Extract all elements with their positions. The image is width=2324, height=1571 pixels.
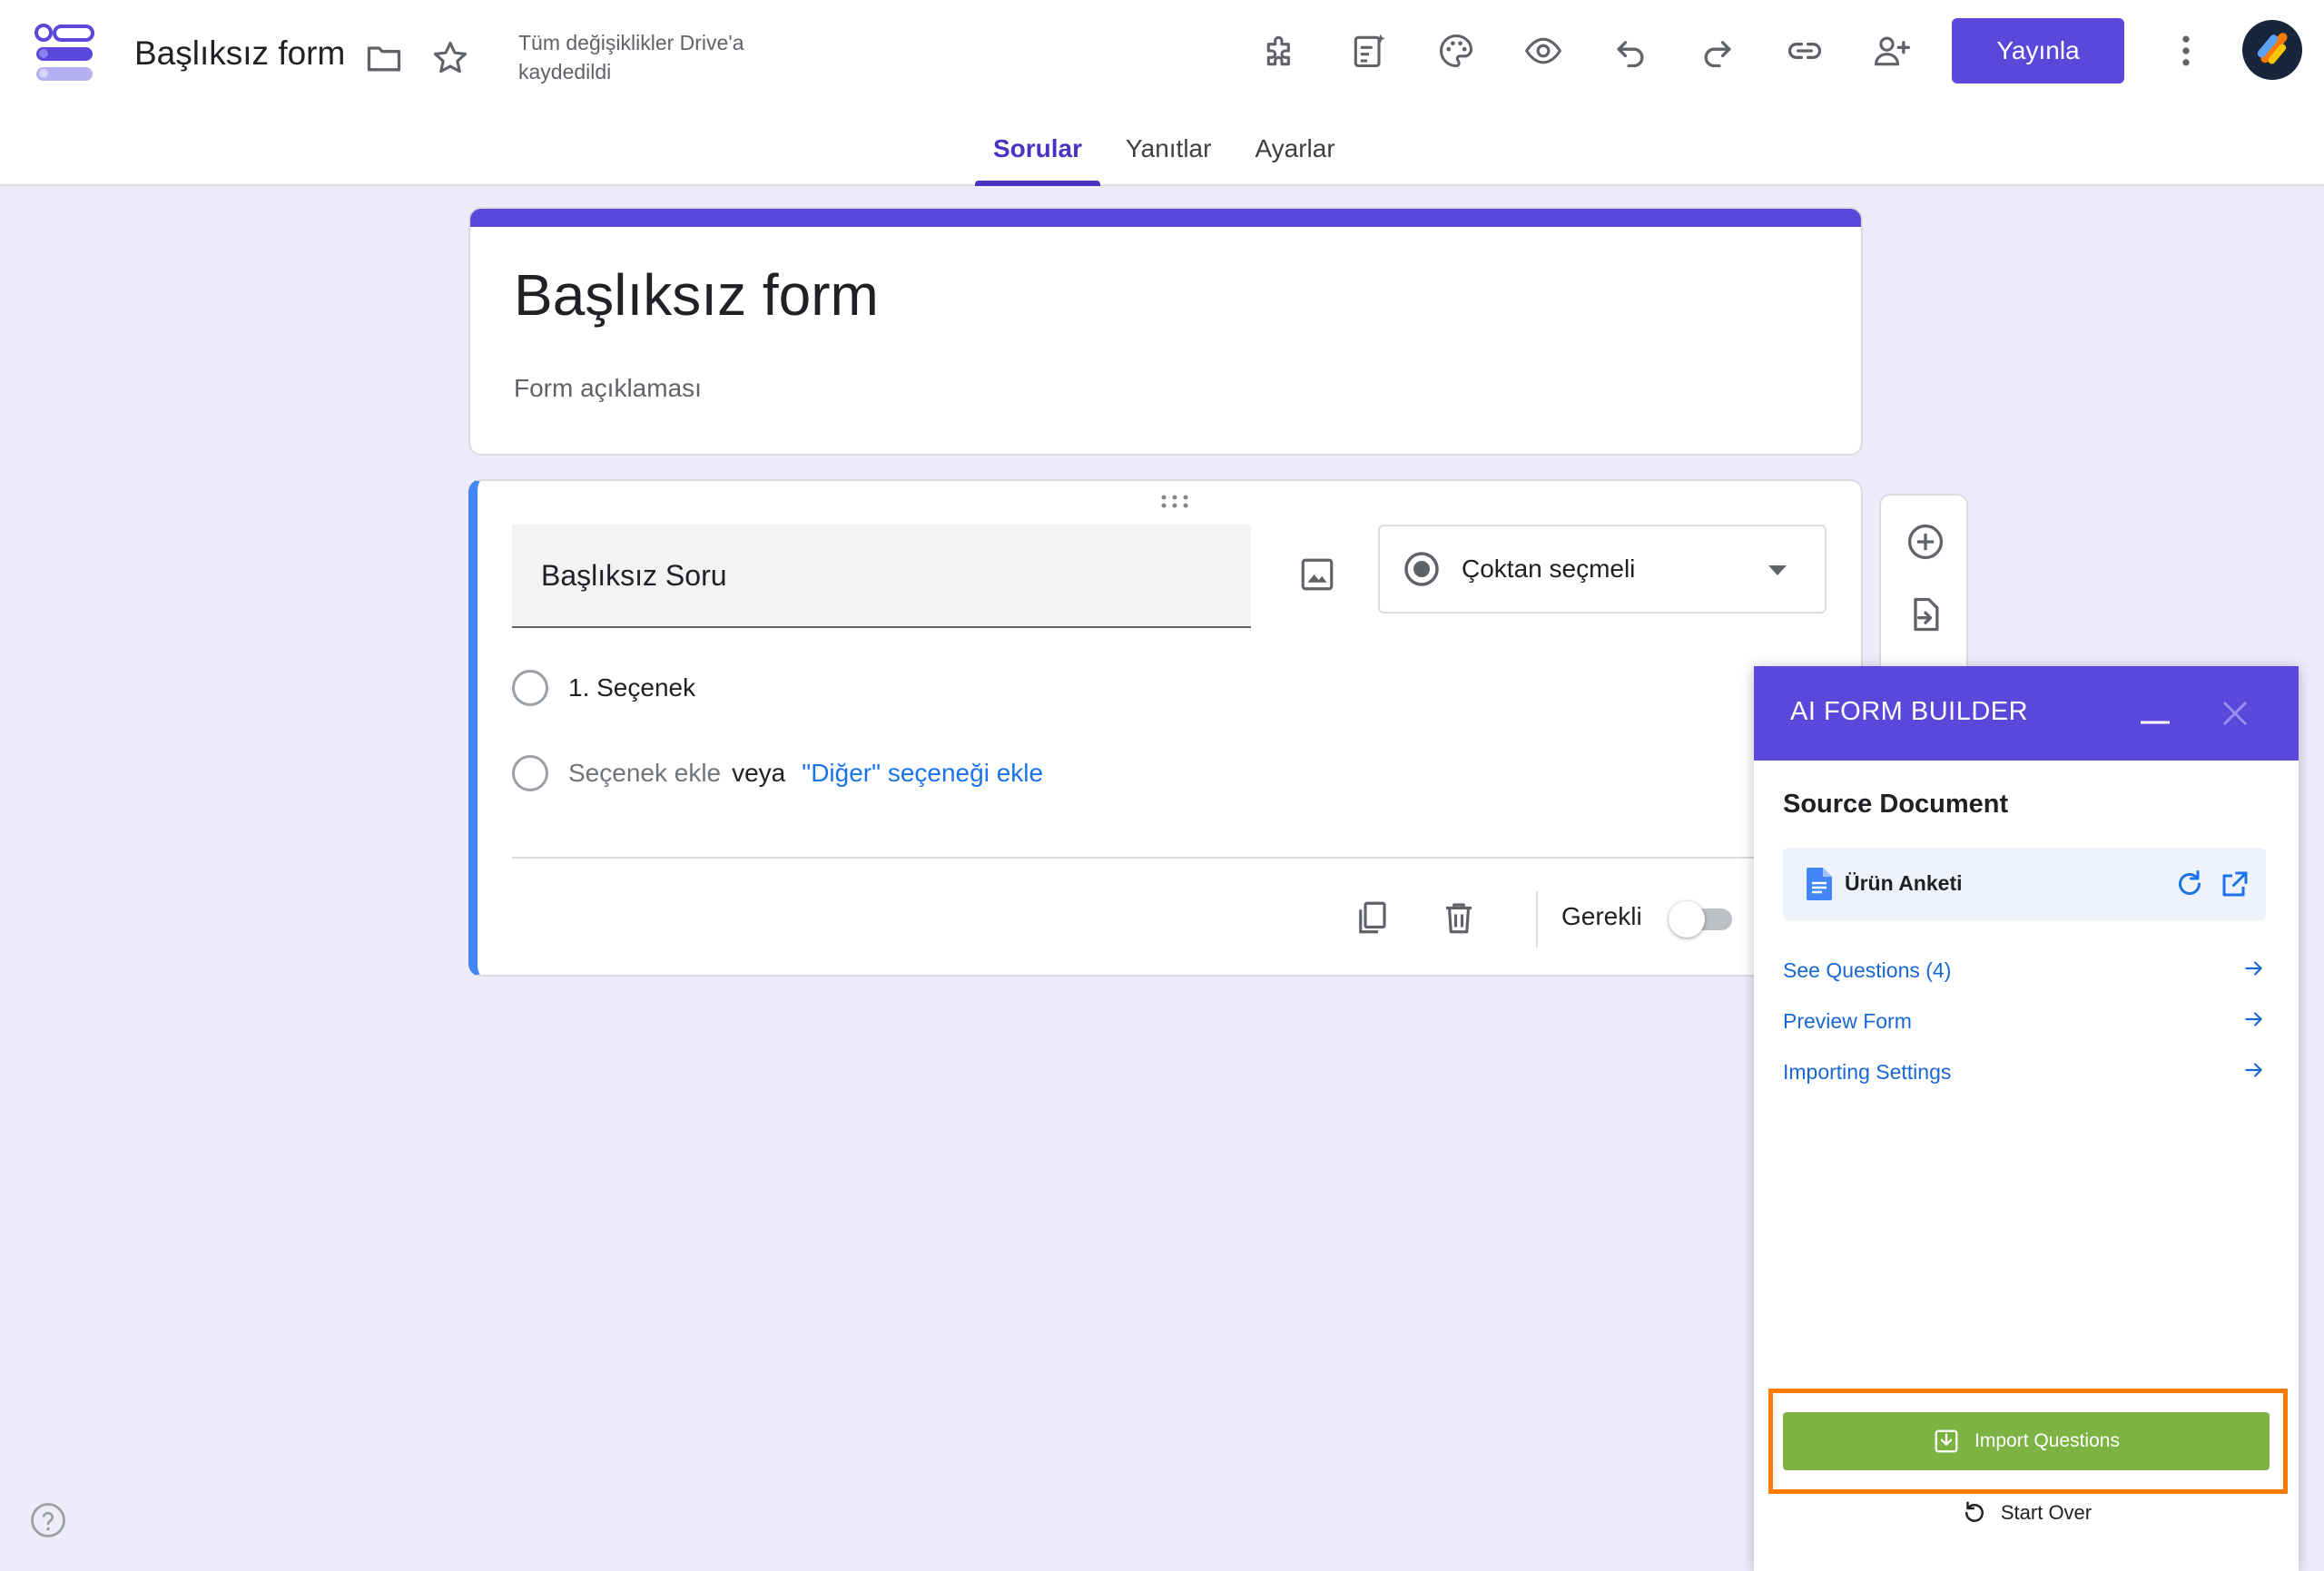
source-document-name: Ürün Anketi bbox=[1845, 871, 1963, 895]
footer-separator bbox=[1536, 891, 1538, 948]
title-card-accent-bar bbox=[470, 209, 1861, 227]
avatar[interactable] bbox=[2242, 20, 2302, 80]
add-question-icon[interactable] bbox=[1901, 517, 1950, 566]
question-card[interactable]: Başlıksız Soru Çoktan seçmeli 1. Seçenek… bbox=[468, 479, 1863, 977]
preview-form-link[interactable]: Preview Form bbox=[1783, 1009, 2266, 1034]
importing-settings-label: Importing Settings bbox=[1783, 1060, 1952, 1084]
chevron-down-icon bbox=[1768, 565, 1787, 575]
tab-responses[interactable]: Yanıtlar bbox=[1104, 134, 1233, 186]
tab-settings[interactable]: Ayarlar bbox=[1233, 134, 1356, 186]
form-title[interactable]: Başlıksız form bbox=[514, 261, 879, 329]
add-other-link[interactable]: "Diğer" seçeneği ekle bbox=[802, 759, 1043, 788]
folder-icon[interactable] bbox=[357, 31, 411, 85]
ai-panel-title: AI FORM BUILDER bbox=[1790, 697, 2029, 726]
radio-type-icon bbox=[1404, 552, 1439, 586]
card-divider bbox=[512, 857, 1819, 859]
star-icon[interactable] bbox=[423, 31, 478, 85]
import-questions-button[interactable]: Import Questions bbox=[1783, 1412, 2270, 1470]
link-icon[interactable] bbox=[1777, 24, 1832, 78]
ai-sparkle-icon[interactable] bbox=[1342, 24, 1396, 78]
save-status: Tüm değişiklikler Drive'a kaydedildi bbox=[518, 31, 744, 83]
add-image-icon[interactable] bbox=[1293, 550, 1342, 599]
document-title[interactable]: Başlıksız form bbox=[134, 34, 345, 73]
start-over-label: Start Over bbox=[2000, 1501, 2093, 1524]
source-document-chip[interactable]: Ürün Anketi bbox=[1783, 848, 2266, 920]
more-vert-icon[interactable] bbox=[2159, 24, 2213, 78]
importing-settings-link[interactable]: Importing Settings bbox=[1783, 1060, 2266, 1085]
option-radio bbox=[512, 755, 548, 791]
import-questions-label: Import Questions bbox=[1974, 1430, 2120, 1451]
form-description-input[interactable]: Form açıklaması bbox=[514, 374, 702, 403]
tab-questions[interactable]: Sorular bbox=[971, 134, 1104, 186]
refresh-icon[interactable] bbox=[2173, 868, 2206, 900]
add-option-row: Seçenek ekle veya "Diğer" seçeneği ekle bbox=[512, 755, 1043, 791]
addon-icon[interactable] bbox=[1255, 24, 1309, 78]
add-option-link[interactable]: Seçenek ekle bbox=[568, 759, 721, 788]
option-row: 1. Seçenek bbox=[512, 670, 695, 706]
redo-icon[interactable] bbox=[1690, 24, 1745, 78]
restart-icon bbox=[1965, 1501, 1984, 1522]
palette-icon[interactable] bbox=[1429, 24, 1483, 78]
app-header: Başlıksız form Tüm değişiklikler Drive'a… bbox=[0, 0, 2324, 186]
side-toolbar bbox=[1879, 494, 1968, 675]
duplicate-icon[interactable] bbox=[1347, 893, 1396, 942]
ai-panel-header: AI FORM BUILDER bbox=[1754, 666, 2299, 761]
question-title-input[interactable]: Başlıksız Soru bbox=[512, 525, 1251, 628]
undo-icon[interactable] bbox=[1603, 24, 1658, 78]
publish-button[interactable]: Yayınla bbox=[1952, 18, 2124, 83]
drag-handle-icon[interactable] bbox=[1160, 494, 1189, 508]
required-label: Gerekli bbox=[1561, 902, 1642, 930]
arrow-right-icon bbox=[2245, 1012, 2262, 1026]
see-questions-link[interactable]: See Questions (4) bbox=[1783, 958, 2266, 983]
arrow-right-icon bbox=[2245, 961, 2262, 976]
form-title-card: Başlıksız form Form açıklaması bbox=[468, 207, 1863, 456]
delete-icon[interactable] bbox=[1434, 893, 1483, 942]
arrow-right-icon bbox=[2245, 1063, 2262, 1077]
add-collaborator-icon[interactable] bbox=[1865, 24, 1919, 78]
import-questions-icon[interactable] bbox=[1901, 590, 1950, 639]
ai-form-builder-panel: AI FORM BUILDER Source Document Ürün Ank… bbox=[1754, 666, 2299, 1571]
minimize-icon[interactable] bbox=[2135, 693, 2175, 733]
download-icon bbox=[1935, 1429, 1958, 1453]
option-radio bbox=[512, 670, 548, 706]
preview-icon[interactable] bbox=[1516, 24, 1571, 78]
start-over-button[interactable]: Start Over bbox=[1754, 1499, 2299, 1527]
forms-logo-icon[interactable] bbox=[34, 24, 96, 83]
option-label[interactable]: 1. Seçenek bbox=[568, 673, 695, 702]
preview-form-label: Preview Form bbox=[1783, 1009, 1912, 1033]
see-questions-label: See Questions (4) bbox=[1783, 958, 1952, 982]
source-document-label: Source Document bbox=[1783, 790, 2009, 819]
help-icon[interactable] bbox=[29, 1501, 67, 1539]
required-toggle[interactable] bbox=[1669, 901, 1732, 938]
question-type-select[interactable]: Çoktan seçmeli bbox=[1378, 525, 1827, 614]
close-icon[interactable] bbox=[2215, 693, 2255, 733]
question-type-label: Çoktan seçmeli bbox=[1462, 555, 1636, 583]
or-text: veya bbox=[732, 759, 786, 787]
form-tabs: Sorular Yanıtlar Ayarlar bbox=[971, 134, 1357, 186]
open-external-icon[interactable] bbox=[2219, 868, 2251, 900]
google-doc-icon bbox=[1807, 868, 1832, 900]
